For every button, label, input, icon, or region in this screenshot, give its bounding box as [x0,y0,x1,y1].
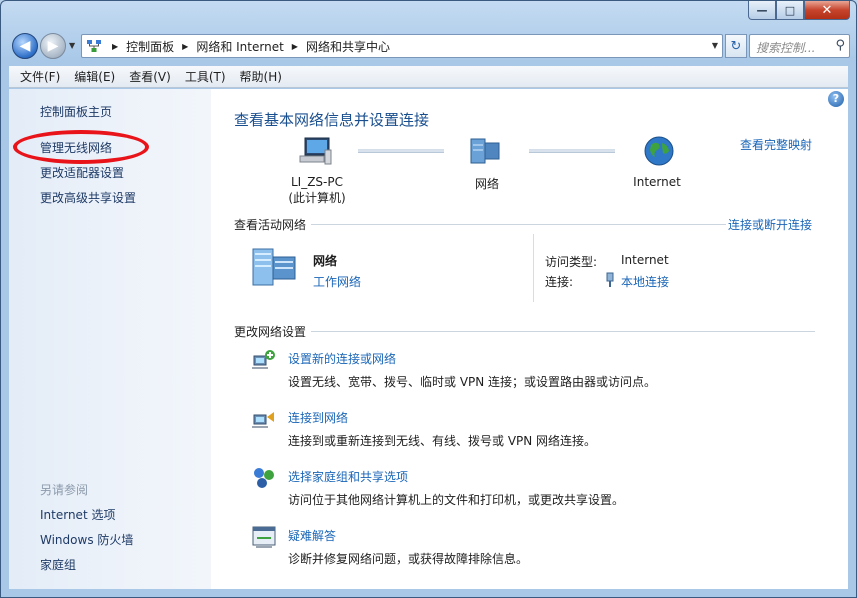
task-troubleshoot-desc: 诊断并修复网络问题，或获得故障排除信息。 [288,552,529,566]
menu-file[interactable]: 文件(F) [20,68,60,85]
caption-buttons: — □ ✕ [748,1,850,20]
view-full-map-link[interactable]: 查看完整映射 [740,136,812,153]
address-bar[interactable]: ▶ 控制面板 ▶ 网络和 Internet ▶ 网络和共享中心 ▼ [81,34,723,58]
search-placeholder: 搜索控制... [756,41,816,55]
connection-label: 连接: [545,275,574,289]
node-network-label: 网络 [474,177,499,191]
menu-tools[interactable]: 工具(T) [185,68,226,85]
network-folder-icon [87,40,101,52]
sidebar-item-adapter-settings[interactable]: 更改适配器设置 [40,164,124,181]
breadcrumb-network-sharing-center[interactable]: 网络和共享中心 [306,38,390,55]
access-type-value: Internet [621,253,669,267]
computer-sublabel: (此计算机) [288,191,346,205]
network-type-link[interactable]: 工作网络 [313,273,361,290]
vertical-divider [533,234,534,302]
task-new-connection-desc: 设置无线、宽带、拨号、临时或 VPN 连接；或设置路由器或访问点。 [288,375,657,389]
breadcrumb-separator-icon[interactable]: ▶ [292,42,298,51]
close-button[interactable]: ✕ [804,1,850,20]
map-connector [358,149,444,153]
menu-bar: 文件(F) 编辑(E) 查看(V) 工具(T) 帮助(H) [9,66,848,88]
new-connection-icon [252,350,275,369]
local-connection-icon [606,272,614,287]
page-title: 查看基本网络信息并设置连接 [234,111,430,129]
menu-edit[interactable]: 编辑(E) [74,68,115,85]
active-network-icon [252,248,296,286]
sidebar-item-homegroup[interactable]: 家庭组 [40,556,76,573]
menu-view[interactable]: 查看(V) [129,68,171,85]
forward-button[interactable]: ▶ [40,33,66,59]
node-computer-label: LI_ZS-PC (此计算机) [277,175,357,206]
task-troubleshoot-link[interactable]: 疑难解答 [288,527,336,544]
task-connect-network-desc: 连接到或重新连接到无线、有线、拨号或 VPN 网络连接。 [288,434,597,448]
maximize-button[interactable]: □ [776,1,804,20]
computer-icon [299,137,332,165]
sidebar-item-internet-options[interactable]: Internet 选项 [40,506,115,523]
troubleshoot-icon [252,526,276,548]
homegroup-icon [254,468,274,488]
task-homegroup-desc: 访问位于其他网络计算机上的文件和打印机，或更改共享设置。 [288,493,625,507]
breadcrumb: ▶ 控制面板 ▶ 网络和 Internet ▶ 网络和共享中心 [104,38,390,55]
breadcrumb-control-panel[interactable]: 控制面板 [126,38,174,55]
breadcrumb-separator-icon[interactable]: ▶ [182,42,188,51]
see-also-heading: 另请参阅 [40,483,89,497]
divider [311,331,815,332]
computer-name: LI_ZS-PC [290,175,343,189]
local-connection-link[interactable]: 本地连接 [621,273,669,290]
active-networks-heading: 查看活动网络 [234,218,307,232]
address-dropdown-icon[interactable]: ▼ [712,41,718,50]
node-internet-label: Internet [633,175,681,189]
globe-icon [644,136,674,166]
breadcrumb-network-internet[interactable]: 网络和 Internet [196,38,283,55]
divider [311,224,726,225]
minimize-button[interactable]: — [748,1,776,20]
breadcrumb-separator-icon[interactable]: ▶ [112,42,118,51]
menu-help[interactable]: 帮助(H) [240,68,282,85]
refresh-button[interactable]: ↻ [725,34,747,58]
network-icon [470,138,500,164]
recent-pages-dropdown-icon[interactable]: ▼ [69,41,75,50]
sidebar: 控制面板主页 管理无线网络 更改适配器设置 更改高级共享设置 另请参阅 Inte… [9,89,211,589]
help-icon[interactable]: ? [828,91,844,107]
task-new-connection-link[interactable]: 设置新的连接或网络 [288,350,396,367]
navigation-bar: ◀ ▶ ▼ ▶ 控制面板 ▶ 网络和 Internet ▶ 网络和共享中心 ▼ … [9,31,850,61]
access-type-label: 访问类型: [545,255,598,269]
main-panel: ? 查看基本网络信息并设置连接 查看完整映射 LI_ZS-PC (此计算机) 网… [211,89,848,589]
connect-network-icon [252,412,274,428]
connect-disconnect-link[interactable]: 连接或断开连接 [728,216,812,233]
search-icon[interactable]: ⚲ [835,38,845,53]
map-connector [529,149,615,153]
change-settings-heading: 更改网络设置 [234,325,307,339]
sidebar-item-control-panel-home[interactable]: 控制面板主页 [40,103,112,120]
task-homegroup-link[interactable]: 选择家庭组和共享选项 [288,468,408,485]
active-network-name: 网络 [313,254,338,268]
back-button[interactable]: ◀ [12,33,38,59]
task-connect-network-link[interactable]: 连接到网络 [288,409,348,426]
sidebar-item-windows-firewall[interactable]: Windows 防火墙 [40,531,133,548]
search-input[interactable]: 搜索控制... ⚲ [749,34,850,58]
window: — □ ✕ ◀ ▶ ▼ ▶ 控制面板 ▶ 网络和 Internet ▶ 网络和共… [0,0,857,598]
highlight-annotation-oval [13,130,149,164]
sidebar-item-advanced-sharing[interactable]: 更改高级共享设置 [40,189,136,206]
